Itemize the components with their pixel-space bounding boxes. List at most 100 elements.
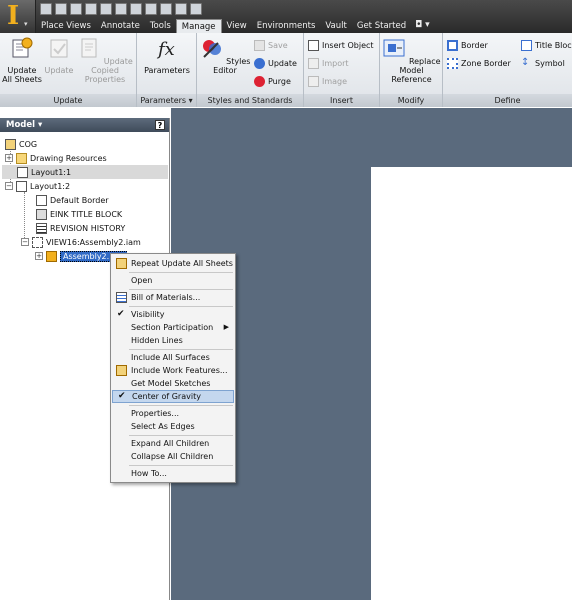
tree-item-title-block[interactable]: EINK TITLE BLOCK	[36, 207, 122, 221]
purge-button[interactable]: Purge	[254, 76, 291, 87]
undo-icon[interactable]	[85, 3, 97, 15]
update-all-sheets-label: Update All Sheets	[2, 66, 42, 84]
parameters-button[interactable]: fx Parameters	[141, 36, 193, 75]
collapse-icon[interactable]: −	[5, 182, 13, 190]
tab-place-views[interactable]: Place Views	[36, 19, 96, 33]
update-button[interactable]: Update	[44, 36, 74, 75]
group-label-parameters[interactable]: Parameters ▾	[137, 94, 196, 107]
tree-item-view[interactable]: − VIEW16:Assembly2.iam	[21, 235, 141, 249]
menu-item-bill-of-materials[interactable]: Bill of Materials...	[112, 291, 234, 304]
tab-manage[interactable]: Manage	[175, 19, 222, 33]
replace-model-reference-label: Replace Model Reference	[391, 57, 441, 84]
browser-title[interactable]: Model ▾	[6, 120, 42, 130]
title-block-button[interactable]: Title Block	[521, 40, 572, 51]
tree-item-layout1[interactable]: Layout1:1	[2, 165, 168, 179]
tree-label-title-block: EINK TITLE BLOCK	[50, 209, 123, 219]
save-style-icon	[254, 40, 265, 51]
image-icon	[308, 76, 319, 87]
open-icon[interactable]	[55, 3, 67, 15]
purge-label: Purge	[268, 77, 291, 86]
insert-object-button[interactable]: Insert Object	[308, 40, 374, 51]
border-button[interactable]: Border	[447, 40, 488, 51]
menu-label-edges: Select As Edges	[131, 422, 195, 431]
table-icon	[36, 222, 47, 234]
menu-item-repeat-update[interactable]: Repeat Update All Sheets	[112, 257, 234, 270]
drawing-icon	[5, 138, 16, 150]
ribbon-group-styles: Styles Editor Save Update Purge Styles a…	[197, 33, 304, 107]
application-menu-button[interactable]: I ▾	[0, 0, 36, 33]
title-block-label: Title Block	[535, 41, 572, 50]
menu-label-surfaces: Include All Surfaces	[131, 353, 210, 362]
menu-item-open[interactable]: Open	[112, 274, 234, 287]
menu-item-get-model-sketches[interactable]: Get Model Sketches	[112, 377, 234, 390]
menu-item-include-work-features[interactable]: Include Work Features...	[112, 364, 234, 377]
drawing-sheet[interactable]	[371, 167, 572, 600]
symbol-button[interactable]: ↕ Symbol	[521, 58, 565, 69]
ribbon-display-toggle[interactable]: ◘ ▾	[411, 19, 434, 33]
update-style-label: Update	[268, 59, 297, 68]
update-sheets-icon	[12, 37, 33, 58]
tab-view[interactable]: View	[222, 19, 252, 33]
tab-vault[interactable]: Vault	[320, 19, 351, 33]
tree-label-layout2: Layout1:2	[30, 181, 71, 191]
select-icon[interactable]	[175, 3, 187, 15]
update-all-sheets-button[interactable]: Update All Sheets	[2, 36, 42, 84]
tab-get-started[interactable]: Get Started	[352, 19, 411, 33]
menu-separator	[129, 289, 233, 290]
update-copied-properties-label: Update Copied Properties	[84, 57, 133, 84]
zone-border-button[interactable]: Zone Border	[447, 58, 511, 69]
new-icon[interactable]	[40, 3, 52, 15]
menu-label-howto: How To...	[131, 469, 167, 478]
return-icon[interactable]	[145, 3, 157, 15]
tree-label-revision-history: REVISION HISTORY	[50, 223, 126, 233]
group-label-styles: Styles and Standards	[197, 94, 303, 107]
image-button[interactable]: Image	[308, 76, 347, 87]
tree-item-default-border[interactable]: Default Border	[36, 193, 109, 207]
menu-item-section-participation[interactable]: Section Participation ▶	[112, 321, 234, 334]
menu-item-visibility[interactable]: ✔ Visibility	[112, 308, 234, 321]
checkmark-icon: ✔	[117, 309, 125, 319]
menu-item-how-to[interactable]: How To...	[112, 467, 234, 480]
tab-annotate[interactable]: Annotate	[96, 19, 145, 33]
import-button[interactable]: Import	[308, 58, 349, 69]
expand-icon[interactable]: +	[35, 252, 43, 260]
insert-object-label: Insert Object	[322, 41, 374, 50]
menu-item-hidden-lines[interactable]: Hidden Lines	[112, 334, 234, 347]
menu-item-properties[interactable]: Properties...	[112, 407, 234, 420]
view-icon	[32, 236, 43, 248]
menu-label-visibility: Visibility	[131, 310, 165, 319]
tab-tools[interactable]: Tools	[145, 19, 176, 33]
tree-item-revision-history[interactable]: REVISION HISTORY	[36, 221, 125, 235]
update-copied-properties-button[interactable]: Update Copied Properties	[76, 36, 134, 84]
tree-item-drawing-resources[interactable]: + Drawing Resources	[5, 151, 107, 165]
tree-item-layout2[interactable]: − Layout1:2	[5, 179, 70, 193]
print-icon[interactable]	[115, 3, 127, 15]
border-icon	[36, 194, 47, 206]
menu-label-section: Section Participation	[131, 323, 214, 332]
replace-model-reference-button[interactable]: Replace Model Reference	[382, 36, 441, 84]
update-style-button[interactable]: Update	[254, 58, 297, 69]
properties-icon[interactable]	[130, 3, 142, 15]
checkmark-icon: ✔	[118, 391, 126, 401]
customize-icon[interactable]	[190, 3, 202, 15]
tree-label-drawing-resources: Drawing Resources	[30, 153, 107, 163]
styles-editor-button[interactable]: Styles Editor	[199, 36, 251, 75]
menu-label-work: Include Work Features...	[131, 366, 228, 375]
collapse-icon[interactable]: −	[21, 238, 29, 246]
save-style-button[interactable]: Save	[254, 40, 288, 51]
menu-item-select-as-edges[interactable]: Select As Edges	[112, 420, 234, 433]
menu-item-expand-all[interactable]: Expand All Children	[112, 437, 234, 450]
update-label: Update	[44, 66, 74, 75]
redo-icon[interactable]	[100, 3, 112, 15]
update-icon[interactable]	[160, 3, 172, 15]
help-icon[interactable]: ?	[155, 120, 165, 130]
save-style-label: Save	[268, 41, 288, 50]
menu-item-center-of-gravity[interactable]: ✔ Center of Gravity	[112, 390, 234, 403]
tree-item-root[interactable]: COG	[5, 137, 37, 151]
expand-icon[interactable]: +	[5, 154, 13, 162]
menu-item-include-surfaces[interactable]: Include All Surfaces	[112, 351, 234, 364]
menu-item-collapse-all[interactable]: Collapse All Children	[112, 450, 234, 463]
save-icon[interactable]	[70, 3, 82, 15]
menu-label-collapse: Collapse All Children	[131, 452, 214, 461]
tab-environments[interactable]: Environments	[252, 19, 321, 33]
